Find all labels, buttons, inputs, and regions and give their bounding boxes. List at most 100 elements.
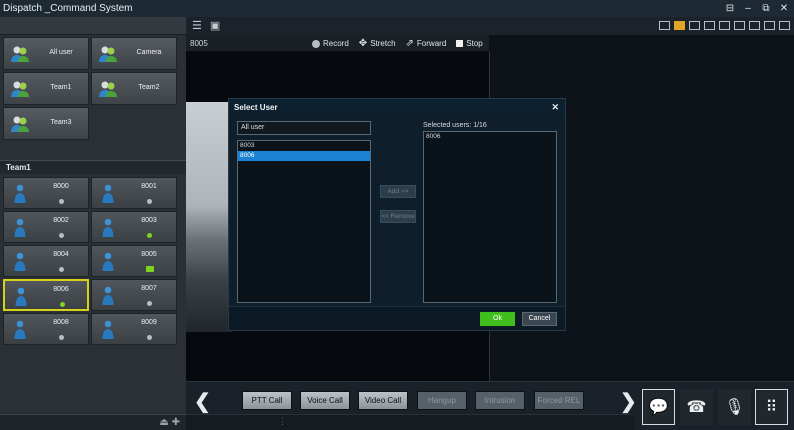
- user-icon: [102, 252, 114, 271]
- collapse-icon[interactable]: ⏏ ✚: [159, 417, 180, 428]
- user-label: 8006: [53, 286, 69, 293]
- stop-label: Stop: [466, 39, 483, 48]
- video-call-button[interactable]: Video Call: [358, 391, 408, 410]
- user-icon: [102, 320, 114, 339]
- list-item[interactable]: 8006: [424, 132, 556, 142]
- dialpad-button[interactable]: ⠿: [755, 389, 788, 425]
- call-toolbar-footer: ⋮: [186, 414, 634, 430]
- user-label: 8004: [53, 251, 69, 258]
- layout-2-icon[interactable]: [674, 21, 685, 30]
- user-label: 8000: [53, 183, 69, 190]
- forward-button[interactable]: ⇗ Forward: [406, 38, 447, 49]
- intrusion-button[interactable]: Intrusion: [475, 391, 525, 410]
- group-icon: [99, 46, 117, 62]
- message-icon: 💬: [648, 399, 669, 416]
- title-bar: Dispatch _Command System ⊟ – ⧉ ✕: [0, 0, 794, 17]
- team-header: Team1: [0, 160, 186, 174]
- layout-3-icon[interactable]: [689, 21, 700, 30]
- video-toolbar: ☰ ▣: [186, 17, 794, 35]
- dialog-header: Select User ✕: [229, 99, 565, 116]
- layout-6-icon[interactable]: [719, 21, 730, 30]
- window-icon[interactable]: ▣: [210, 19, 220, 32]
- list-item[interactable]: 8003: [238, 141, 370, 151]
- user-tile[interactable]: 8009: [91, 313, 177, 345]
- camera-icon: [146, 266, 154, 272]
- microphone-icon: 🎙: [724, 399, 745, 416]
- voice-call-button[interactable]: Voice Call: [300, 391, 350, 410]
- group-label: Team2: [138, 84, 160, 91]
- group-tile-team3[interactable]: Team3: [3, 107, 89, 140]
- cancel-button[interactable]: Cancel: [522, 312, 557, 326]
- stretch-label: Stretch: [370, 39, 396, 48]
- status-dot: [60, 302, 65, 307]
- record-label: Record: [323, 39, 349, 48]
- available-users-list[interactable]: 8003 8006: [237, 140, 371, 303]
- user-icon: [102, 286, 114, 305]
- user-tile[interactable]: 8001: [91, 177, 177, 209]
- layout-16-icon[interactable]: [764, 21, 775, 30]
- layout-8-icon[interactable]: [734, 21, 745, 30]
- forced-rel-button[interactable]: Forced REL: [534, 391, 584, 410]
- user-tile[interactable]: 8006: [3, 279, 89, 311]
- list-item[interactable]: 8006: [238, 151, 370, 161]
- dialpad-icon: ⠿: [765, 399, 778, 416]
- stop-button[interactable]: Stop: [456, 39, 483, 48]
- stretch-button[interactable]: ✥ Stretch: [359, 38, 396, 49]
- user-tile[interactable]: 8000: [3, 177, 89, 209]
- user-label: 8009: [141, 319, 157, 326]
- layout-switcher: [659, 21, 790, 30]
- record-button[interactable]: Record: [312, 39, 349, 48]
- status-dot: [59, 199, 64, 204]
- remove-button[interactable]: << Remove: [380, 210, 416, 223]
- status-dot: [147, 199, 152, 204]
- group-tile-team1[interactable]: Team1: [3, 72, 89, 105]
- layout-1-icon[interactable]: [659, 21, 670, 30]
- pane-user-id: 8005: [190, 39, 208, 48]
- hangup-button[interactable]: Hangup: [417, 391, 467, 410]
- left-panel-footer: ⏏ ✚: [0, 414, 186, 430]
- user-icon: [102, 218, 114, 237]
- ok-button[interactable]: Ok: [480, 312, 515, 326]
- user-tile[interactable]: 8005: [91, 245, 177, 277]
- group-icon: [11, 81, 29, 97]
- list-icon[interactable]: ☰: [192, 19, 202, 32]
- selected-users-list[interactable]: 8006: [423, 131, 557, 303]
- layout-9-icon[interactable]: [749, 21, 760, 30]
- record-icon: [312, 39, 320, 48]
- phone-button[interactable]: ☎: [680, 389, 713, 425]
- forward-icon: ⇗: [405, 38, 414, 49]
- user-tile[interactable]: 8008: [3, 313, 89, 345]
- ptt-call-button[interactable]: PTT Call: [242, 391, 292, 410]
- restore-icon[interactable]: ⊟: [724, 1, 736, 16]
- dialog-close-icon[interactable]: ✕: [551, 102, 559, 113]
- status-dot: [59, 233, 64, 238]
- stop-icon: [456, 40, 464, 47]
- user-tile[interactable]: 8002: [3, 211, 89, 243]
- layout-4-icon[interactable]: [704, 21, 715, 30]
- group-tile-all-user[interactable]: All user: [3, 37, 89, 70]
- next-arrow-icon[interactable]: ❯: [620, 389, 637, 414]
- left-panel: All user Camera Team1 Team2 Team3 Team1 …: [0, 17, 186, 430]
- user-icon: [102, 184, 114, 203]
- message-button[interactable]: 💬: [642, 389, 675, 425]
- status-dot: [59, 267, 64, 272]
- group-filter-input[interactable]: All user: [237, 121, 371, 135]
- group-tile-camera[interactable]: Camera: [91, 37, 177, 70]
- fullscreen-icon[interactable]: [779, 21, 790, 30]
- group-label: Team1: [50, 84, 72, 91]
- minimize-button[interactable]: –: [742, 1, 754, 16]
- user-tile[interactable]: 8004: [3, 245, 89, 277]
- stretch-icon: ✥: [358, 38, 368, 49]
- window-controls: ⊟ – ⧉ ✕: [724, 1, 790, 16]
- group-label: Team3: [50, 119, 72, 126]
- add-button[interactable]: Add >>: [380, 185, 416, 198]
- user-tile[interactable]: 8007: [91, 279, 177, 311]
- group-label: Camera: [136, 49, 162, 56]
- close-button[interactable]: ✕: [778, 1, 790, 16]
- group-tile-team2[interactable]: Team2: [91, 72, 177, 105]
- microphone-button[interactable]: 🎙: [718, 389, 751, 425]
- user-tile[interactable]: 8003: [91, 211, 177, 243]
- prev-arrow-icon[interactable]: ❮: [194, 389, 211, 414]
- maximize-button[interactable]: ⧉: [760, 1, 772, 16]
- status-dot: [147, 335, 152, 340]
